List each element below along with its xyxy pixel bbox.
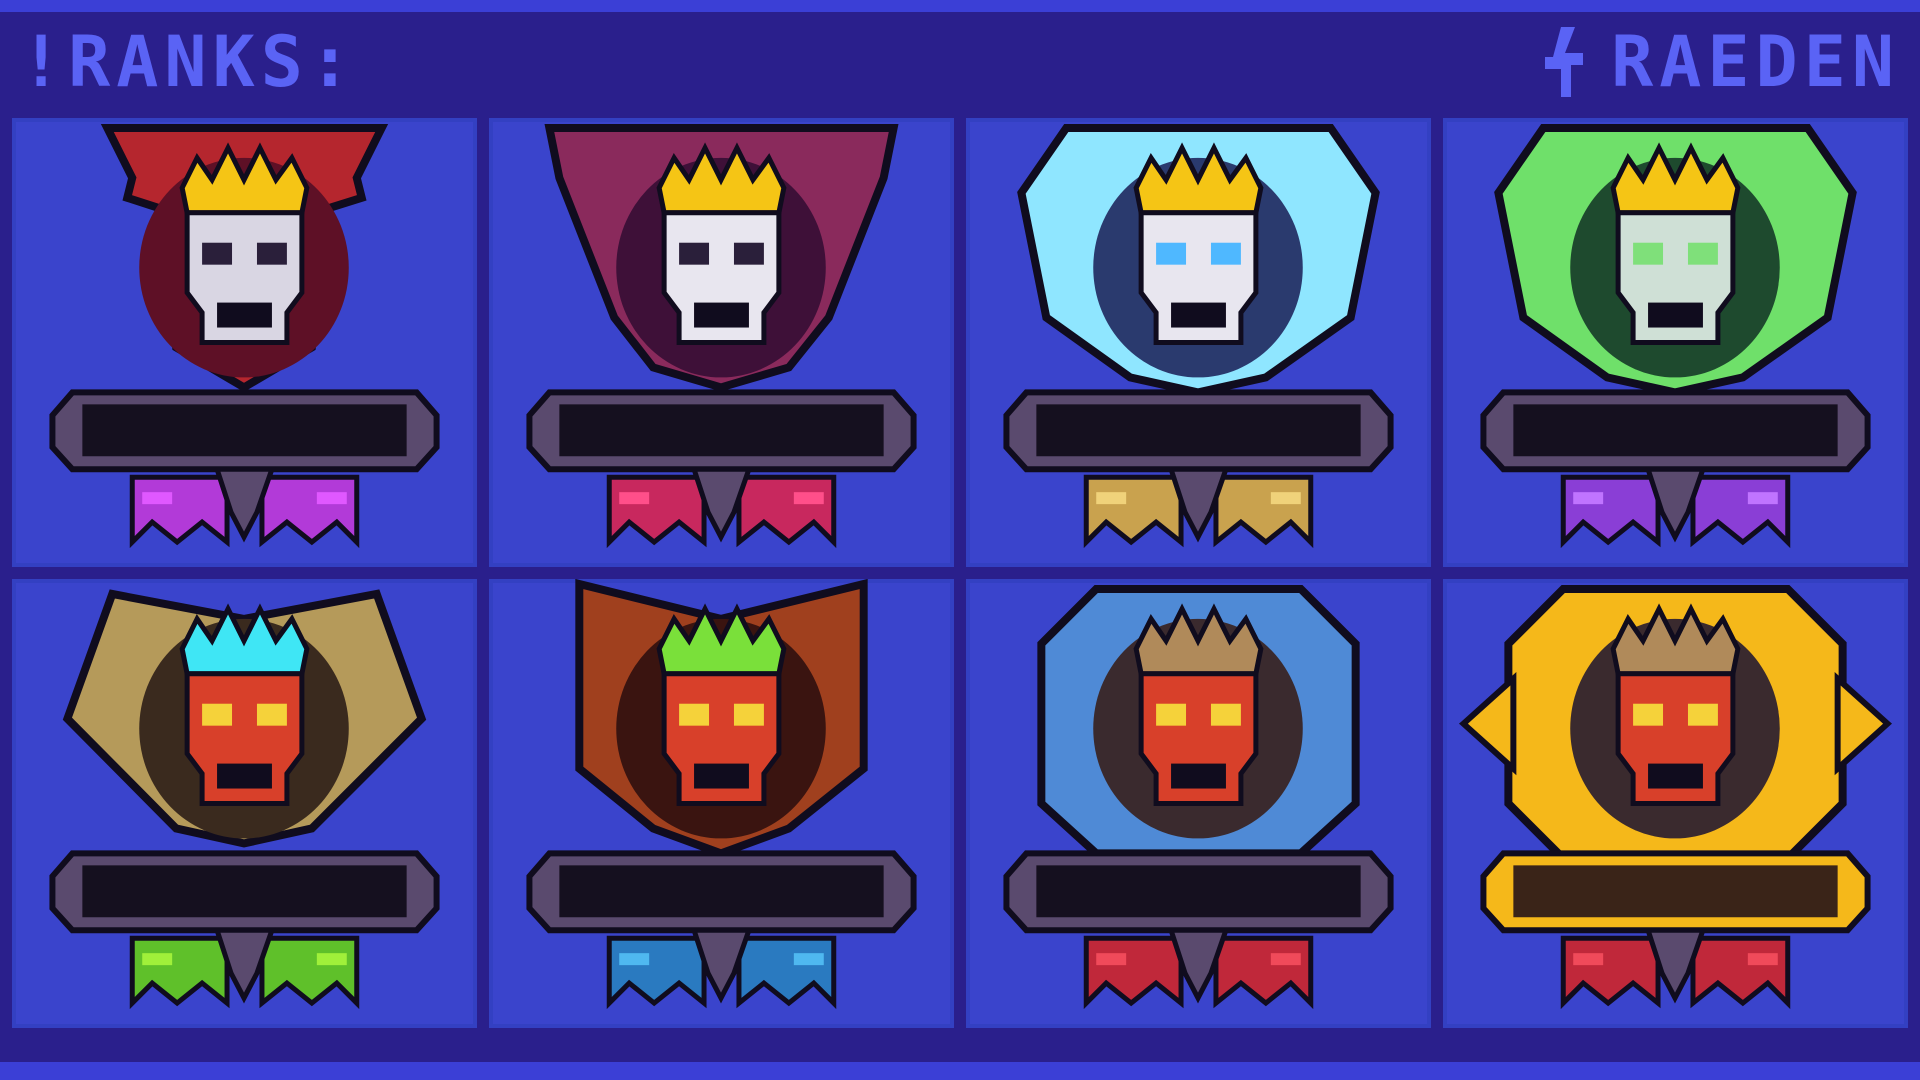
skull-mouth (1171, 763, 1226, 789)
name-plate-inner (1036, 865, 1361, 918)
skull-eye-right (1210, 242, 1241, 265)
bronze-skull-badge (49, 123, 440, 549)
ribbon-right (736, 474, 837, 549)
ribbon-highlight-left (1573, 953, 1604, 966)
platinum-skull-badge (1480, 123, 1871, 549)
skull-eye-left (1156, 242, 1187, 265)
skull-eye-left (1156, 703, 1187, 726)
skull-eye-right (256, 242, 287, 265)
ribbon-highlight-left (1573, 492, 1604, 505)
ribbon-highlight-right (793, 953, 824, 966)
gold-skull-badge (1003, 123, 1394, 549)
ribbon-left (606, 474, 707, 549)
ribbon-highlight-left (619, 492, 650, 505)
ribbon-right (1213, 474, 1314, 549)
badge-grid (12, 118, 1908, 1028)
ribbon-highlight-left (1096, 953, 1127, 966)
name-plate-inner (1513, 865, 1838, 918)
name-plate-inner (82, 865, 407, 918)
diamond-demon-badge (49, 589, 440, 1010)
skull-eye-right (256, 703, 287, 726)
ribbon-highlight-right (1747, 492, 1778, 505)
name-plate-inner (82, 404, 407, 457)
ribbon-highlight-left (1096, 492, 1127, 505)
name-plate-inner (559, 404, 884, 457)
skull-mouth (694, 763, 749, 789)
skull-eye-right (1687, 242, 1718, 265)
skull-mouth (217, 763, 272, 789)
ribbon-highlight-left (142, 492, 173, 505)
side-gem-left (1458, 672, 1517, 776)
skull-eye-left (202, 703, 233, 726)
grandmaster-demon-badge (1003, 584, 1394, 1010)
ribbon-highlight-left (619, 953, 650, 966)
side-gem-right (1834, 672, 1893, 776)
skull-mouth (1648, 302, 1703, 328)
skull-eye-right (733, 242, 764, 265)
skull-eye-left (1633, 242, 1664, 265)
badge-cell[interactable] (12, 579, 477, 1028)
ribbon-left (129, 935, 230, 1010)
ribbon-left (1560, 474, 1661, 549)
badge-cell[interactable] (489, 579, 954, 1028)
ribbon-right (1213, 935, 1314, 1010)
name-plate-inner (559, 865, 884, 918)
skull-eye-left (1633, 703, 1664, 726)
ribbon-left (1083, 935, 1184, 1010)
badge-cell[interactable] (1443, 579, 1908, 1028)
ribbon-right (1690, 935, 1791, 1010)
skull-mouth (1171, 302, 1226, 328)
badge-cell[interactable] (966, 118, 1431, 567)
ribbon-highlight-right (1747, 953, 1778, 966)
silver-skull-badge (526, 123, 917, 549)
ribbon-highlight-right (793, 492, 824, 505)
skull-eye-left (679, 703, 710, 726)
ribbon-left (129, 474, 230, 549)
lightning-bolt-icon (1545, 27, 1584, 97)
skull-eye-left (202, 242, 233, 265)
ribbon-highlight-right (316, 492, 347, 505)
skull-eye-left (679, 242, 710, 265)
skull-eye-right (1687, 703, 1718, 726)
skull-eye-right (1210, 703, 1241, 726)
name-plate-inner (1036, 404, 1361, 457)
ribbon-highlight-right (1270, 492, 1301, 505)
header: !RANKS: RAEDEN (0, 12, 1920, 112)
ribbon-left (1560, 935, 1661, 1010)
badge-cell[interactable] (489, 118, 954, 567)
badge-cell[interactable] (966, 579, 1431, 1028)
skull-eye-right (733, 703, 764, 726)
ribbon-right (259, 935, 360, 1010)
author-tag: RAEDEN (1539, 27, 1900, 97)
ribbon-left (606, 935, 707, 1010)
skull-mouth (217, 302, 272, 328)
page-title: !RANKS: (20, 21, 358, 103)
master-demon-badge (526, 579, 917, 1010)
ribbon-highlight-right (316, 953, 347, 966)
bottom-frame (0, 1062, 1920, 1080)
ribbon-highlight-right (1270, 953, 1301, 966)
ribbon-right (1690, 474, 1791, 549)
ribbon-right (259, 474, 360, 549)
author-name: RAEDEN (1611, 21, 1900, 103)
skull-mouth (1648, 763, 1703, 789)
ribbon-highlight-left (142, 953, 173, 966)
ribbon-right (736, 935, 837, 1010)
ribbon-left (1083, 474, 1184, 549)
top-frame (0, 0, 1920, 12)
name-plate-inner (1513, 404, 1838, 457)
legend-demon-badge (1458, 584, 1893, 1010)
badge-cell[interactable] (1443, 118, 1908, 567)
skull-mouth (694, 302, 749, 328)
badge-cell[interactable] (12, 118, 477, 567)
